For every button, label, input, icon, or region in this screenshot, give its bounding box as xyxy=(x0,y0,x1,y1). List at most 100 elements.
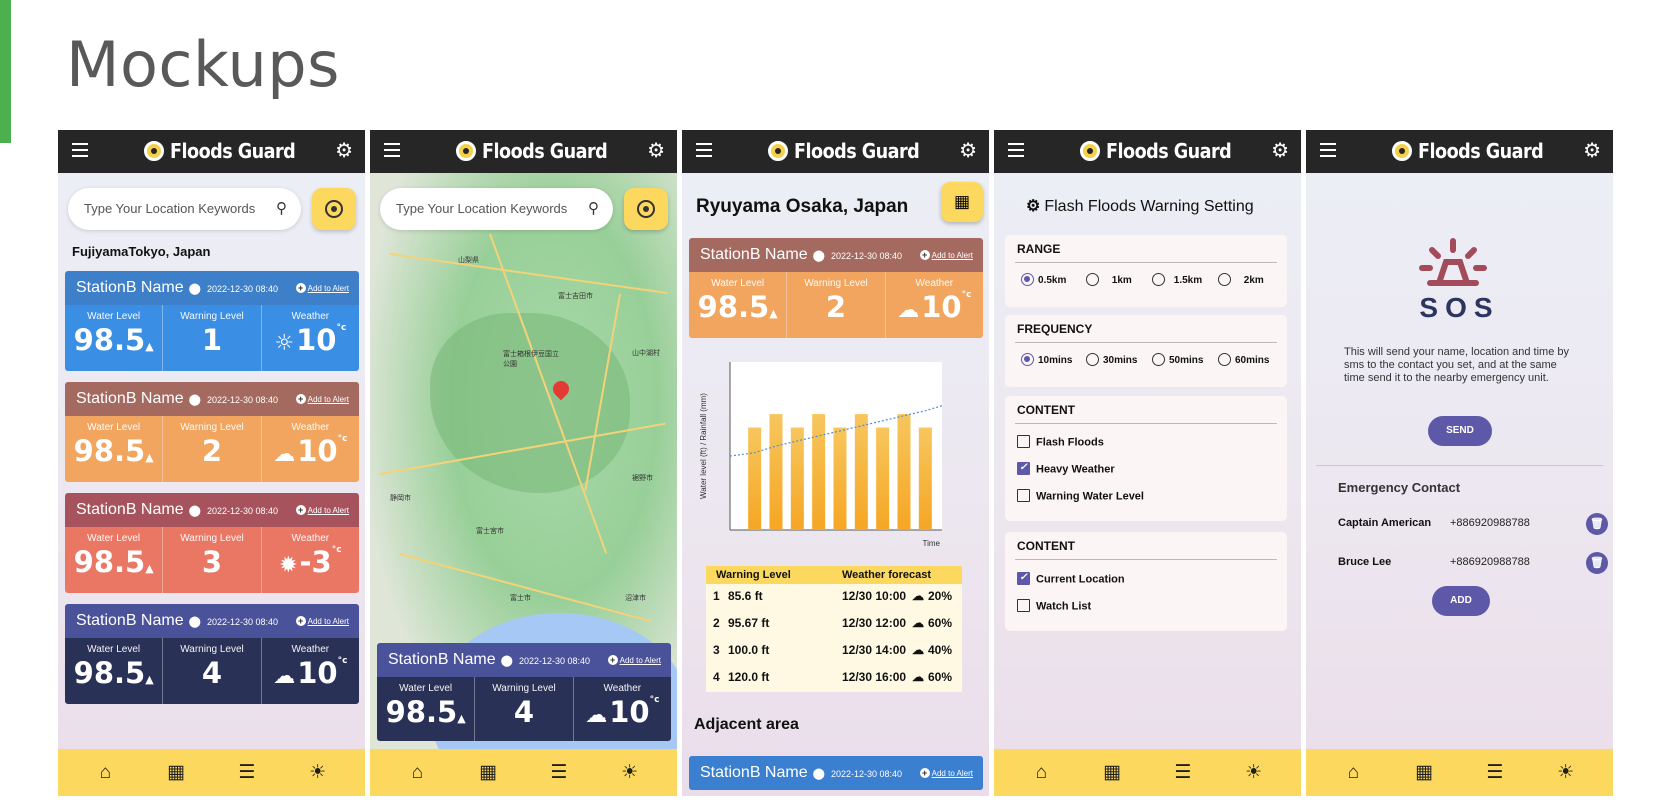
warning-level-label: Warning Level xyxy=(180,533,244,544)
trash-icon[interactable]: 🗑 xyxy=(1586,552,1608,574)
app-brand: Floods Guard xyxy=(482,139,608,163)
radio-frequency-50mins[interactable]: 50mins xyxy=(1152,353,1203,367)
bottom-nav: ⌂ ▦ ☰ ☀ xyxy=(370,749,677,796)
radio-range-0.5km[interactable]: 0.5km xyxy=(1021,273,1066,287)
gear-icon[interactable]: ⚙ xyxy=(1583,140,1601,162)
gear-icon[interactable]: ⚙ xyxy=(1271,140,1289,162)
menu-icon[interactable] xyxy=(1008,143,1024,157)
rain-cloud-icon: ☁ xyxy=(912,616,924,630)
radio-range-1.5km[interactable]: 1.5km xyxy=(1152,273,1202,287)
station-card[interactable]: StationB Name ⬤ 2022-12-30 08:40 + Add to A… xyxy=(689,756,983,790)
checkbox-current-location[interactable]: ✓ Current Location xyxy=(1017,572,1125,586)
content-section: CONTENT ✓ Current Location Watch List xyxy=(1005,532,1287,631)
gear-icon[interactable]: ⚙ xyxy=(959,140,977,162)
siren-icon[interactable]: ☀ xyxy=(1551,761,1581,784)
map-label: 沼津市 xyxy=(625,595,646,602)
water-level-label: Water Level xyxy=(87,644,141,655)
rain-cloud-icon: ☁ xyxy=(585,703,608,728)
menu-icon[interactable] xyxy=(696,143,712,157)
checkbox-flash-floods[interactable]: Flash Floods xyxy=(1017,435,1104,449)
water-level-label: Water Level xyxy=(711,278,765,289)
map-icon[interactable]: ▦ xyxy=(941,182,983,222)
warning-level-value: 1 xyxy=(201,323,223,357)
list-icon[interactable]: ☰ xyxy=(232,761,262,784)
map-icon[interactable]: ▦ xyxy=(1097,761,1127,784)
menu-icon[interactable] xyxy=(384,143,400,157)
radio-frequency-10mins[interactable]: 10mins xyxy=(1021,353,1072,367)
add-to-alert-link[interactable]: + Add to Alert xyxy=(919,250,973,260)
location-pin-icon: ⬤ xyxy=(809,250,825,262)
add-to-alert-link[interactable]: + Add to Alert xyxy=(295,505,349,515)
siren-icon[interactable]: ☀ xyxy=(1239,761,1269,784)
map-icon[interactable]: ▦ xyxy=(161,761,191,784)
crosshair-icon[interactable] xyxy=(624,188,668,230)
weather-value: ☁10°c xyxy=(585,695,660,729)
home-icon[interactable]: ⌂ xyxy=(1338,762,1368,784)
water-level-value: 98.5▲ xyxy=(385,695,466,729)
sos-description: This will send your name, location and t… xyxy=(1344,346,1569,384)
radio-frequency-60mins[interactable]: 60mins xyxy=(1218,353,1269,367)
add-to-alert-link[interactable]: + Add to Alert xyxy=(295,283,349,293)
rain-cloud-icon: ☁ xyxy=(273,442,296,467)
radio-range-2km[interactable]: 2km xyxy=(1218,273,1264,287)
map-icon[interactable]: ▦ xyxy=(473,761,503,784)
list-icon[interactable]: ☰ xyxy=(1168,761,1198,784)
station-date: 2022-12-30 08:40 xyxy=(831,769,903,779)
sun-icon: ☼ xyxy=(274,331,295,356)
table-row: 2 95.67 ft 12/30 12:00 ☁ 60% xyxy=(706,611,962,638)
checkbox-heavy-weather[interactable]: ✓ Heavy Weather xyxy=(1017,462,1115,476)
station-card[interactable]: StationB Name ⬤ 2022-12-30 08:40 + Add to A… xyxy=(65,271,359,371)
search-input[interactable]: Type Your Location Keywords ⚲ xyxy=(68,188,301,230)
station-card[interactable]: StationB Name ⬤ 2022-12-30 08:40 + Add to A… xyxy=(65,382,359,482)
add-to-alert-link[interactable]: + Add to Alert xyxy=(295,394,349,404)
add-to-alert-link[interactable]: + Add to Alert xyxy=(295,616,349,626)
warning-level-value: 2 xyxy=(825,290,847,324)
send-button[interactable]: SEND xyxy=(1428,416,1492,446)
checkbox-watch-list[interactable]: Watch List xyxy=(1017,599,1091,613)
home-icon[interactable]: ⌂ xyxy=(402,762,432,784)
station-date: 2022-12-30 08:40 xyxy=(831,251,903,261)
menu-icon[interactable] xyxy=(1320,143,1336,157)
chart-y-label: Water level (ft) / Rainfall (mm) xyxy=(699,393,708,499)
station-name: StationB Name ⬤ xyxy=(700,246,825,263)
gear-icon[interactable]: ⚙ xyxy=(647,140,665,162)
radio-range-1km[interactable]: 1km xyxy=(1086,273,1132,287)
list-icon[interactable]: ☰ xyxy=(544,761,574,784)
list-icon[interactable]: ☰ xyxy=(1480,761,1510,784)
checkbox-warning-water-level[interactable]: Warning Water Level xyxy=(1017,489,1144,503)
crosshair-icon[interactable] xyxy=(312,188,356,230)
warning-level-value: 4 xyxy=(513,695,535,729)
water-drop-logo-icon xyxy=(1392,141,1412,161)
warning-level-value: 3 xyxy=(201,545,223,579)
add-to-alert-link[interactable]: + Add to Alert xyxy=(607,655,661,665)
add-contact-button[interactable]: ADD xyxy=(1432,586,1490,616)
location-pin-icon: ⬤ xyxy=(809,768,825,780)
page-title: ⚙ Flash Floods Warning Setting xyxy=(1026,198,1254,215)
search-input[interactable]: Type Your Location Keywords ⚲ xyxy=(380,188,613,230)
station-card[interactable]: StationB Name ⬤ 2022-12-30 08:40 + Add to A… xyxy=(65,604,359,704)
radio-frequency-30mins[interactable]: 30mins xyxy=(1086,353,1137,367)
station-card[interactable]: StationB Name ⬤ 2022-12-30 08:40 + Add to A… xyxy=(377,643,671,741)
map-label: 富士宮市 xyxy=(476,528,504,535)
phone-screen-home: Floods Guard ⚙ Type Your Location Keywor… xyxy=(58,130,365,796)
home-icon[interactable]: ⌂ xyxy=(1026,762,1056,784)
add-to-alert-link[interactable]: + Add to Alert xyxy=(919,768,973,778)
station-date: 2022-12-30 08:40 xyxy=(519,656,591,666)
warning-level-label: Warning Level xyxy=(180,644,244,655)
location-pin-icon: ⬤ xyxy=(185,394,201,406)
trash-icon[interactable]: 🗑 xyxy=(1586,513,1608,535)
station-card[interactable]: StationB Name ⬤ 2022-12-30 08:40 + Add to A… xyxy=(689,238,983,338)
station-name: StationB Name ⬤ xyxy=(700,764,825,781)
app-brand: Floods Guard xyxy=(1418,139,1544,163)
map-icon[interactable]: ▦ xyxy=(1409,761,1439,784)
search-icon[interactable]: ⚲ xyxy=(276,199,287,217)
search-icon[interactable]: ⚲ xyxy=(588,199,599,217)
top-bar: Floods Guard ⚙ xyxy=(58,130,365,173)
menu-icon[interactable] xyxy=(72,143,88,157)
siren-icon[interactable]: ☀ xyxy=(303,761,333,784)
station-card[interactable]: StationB Name ⬤ 2022-12-30 08:40 + Add to A… xyxy=(65,493,359,593)
home-icon[interactable]: ⌂ xyxy=(90,762,120,784)
siren-icon[interactable]: ☀ xyxy=(615,761,645,784)
map-label: 裾野市 xyxy=(632,475,653,482)
gear-icon[interactable]: ⚙ xyxy=(335,140,353,162)
